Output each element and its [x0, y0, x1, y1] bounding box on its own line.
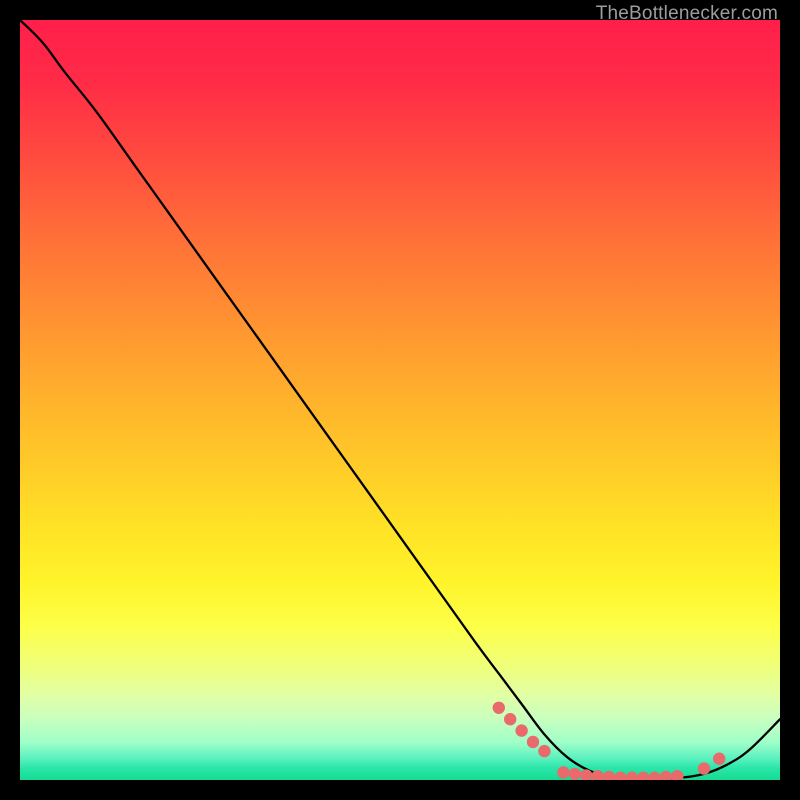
curve-marker — [527, 736, 539, 748]
curve-marker — [557, 766, 569, 778]
curve-line — [20, 20, 780, 780]
curve-marker — [515, 724, 527, 736]
curve-marker — [660, 771, 672, 780]
curve-marker — [614, 772, 626, 781]
chart-container: TheBottlenecker.com — [0, 0, 800, 800]
curve-marker — [603, 771, 615, 780]
curve-marker — [569, 768, 581, 780]
curve-marker — [637, 772, 649, 781]
curve-marker — [504, 713, 516, 725]
plot-area — [20, 20, 780, 780]
curve-marker — [671, 770, 683, 780]
curve-marker — [713, 753, 725, 765]
curve-marker — [648, 772, 660, 781]
curve-marker — [626, 772, 638, 781]
chart-svg — [20, 20, 780, 780]
curve-marker — [538, 745, 550, 757]
curve-marker — [698, 762, 710, 774]
curve-marker — [493, 702, 505, 714]
